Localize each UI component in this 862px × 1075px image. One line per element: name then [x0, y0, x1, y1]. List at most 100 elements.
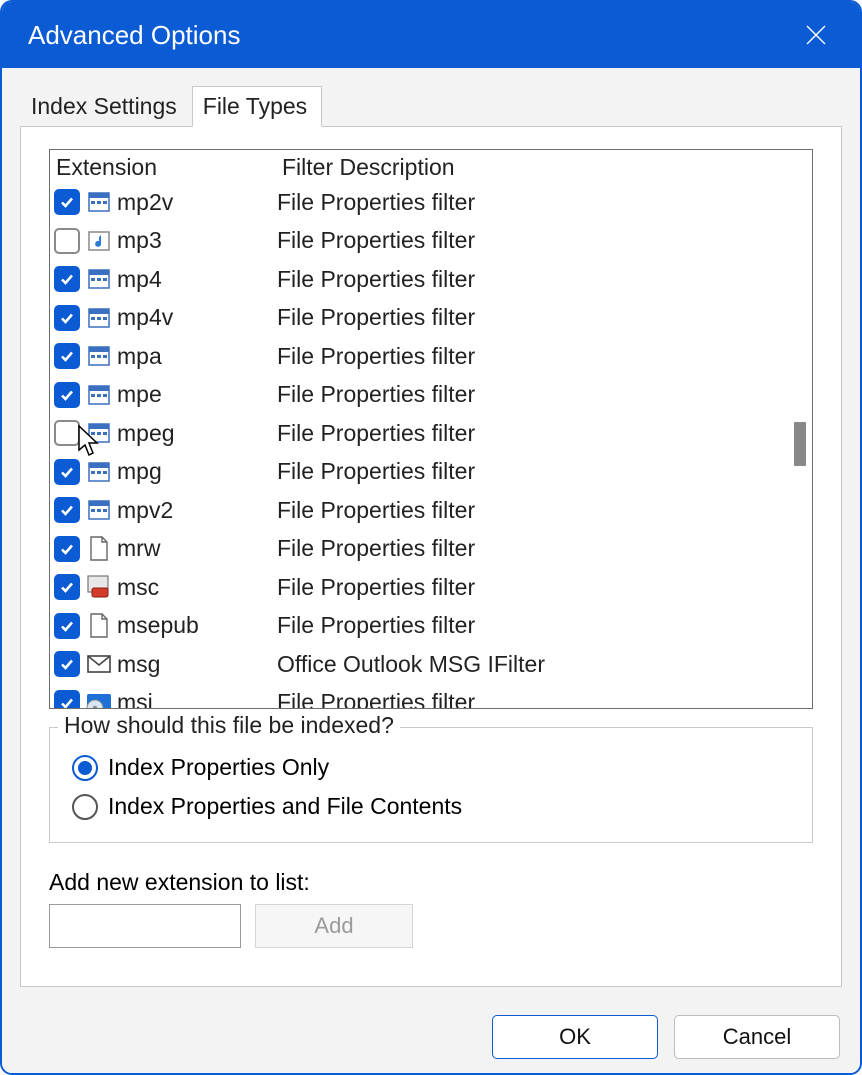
filter-description: Office Outlook MSG IFilter	[277, 651, 786, 678]
tab-file-types[interactable]: File Types	[192, 86, 322, 127]
group-legend: How should this file be indexed?	[58, 712, 400, 739]
extension-name: mp4v	[117, 304, 277, 331]
extension-name: mp4	[117, 266, 277, 293]
extension-name: msepub	[117, 612, 277, 639]
cancel-button[interactable]: Cancel	[674, 1015, 840, 1059]
add-extension-label: Add new extension to list:	[49, 869, 813, 896]
radio-properties-and-contents[interactable]: Index Properties and File Contents	[72, 787, 794, 826]
checkbox[interactable]	[54, 266, 80, 292]
filter-description: File Properties filter	[277, 458, 786, 485]
video-file-icon	[85, 265, 113, 293]
blank-file-icon	[85, 535, 113, 563]
list-content: Extension Filter Description mp2vFile Pr…	[50, 150, 786, 708]
extension-name: mpv2	[117, 497, 277, 524]
close-button[interactable]	[794, 13, 838, 57]
radio-icon	[72, 794, 98, 820]
filter-description: File Properties filter	[277, 612, 786, 639]
checkbox[interactable]	[54, 613, 80, 639]
table-row[interactable]: mpv2File Properties filter	[50, 491, 786, 530]
checkbox[interactable]	[54, 305, 80, 331]
filter-description: File Properties filter	[277, 497, 786, 524]
table-row[interactable]: msepubFile Properties filter	[50, 607, 786, 646]
checkbox[interactable]	[54, 651, 80, 677]
video-file-icon	[85, 381, 113, 409]
add-extension-section: Add new extension to list: Add	[49, 869, 813, 948]
checkbox[interactable]	[54, 382, 80, 408]
table-row[interactable]: msiFile Properties filter	[50, 684, 786, 709]
checkbox[interactable]	[54, 497, 80, 523]
filter-description: File Properties filter	[277, 343, 786, 370]
radio-label: Index Properties Only	[108, 754, 329, 781]
video-file-icon	[85, 188, 113, 216]
video-file-icon	[85, 419, 113, 447]
table-row[interactable]: mscFile Properties filter	[50, 568, 786, 607]
mail-file-icon	[85, 650, 113, 678]
filter-description: File Properties filter	[277, 227, 786, 254]
list-rows: mp2vFile Properties filtermp3File Proper…	[50, 183, 786, 708]
filter-description: File Properties filter	[277, 420, 786, 447]
file-types-list[interactable]: Extension Filter Description mp2vFile Pr…	[49, 149, 813, 709]
list-header: Extension Filter Description	[50, 150, 786, 183]
checkbox[interactable]	[54, 574, 80, 600]
checkbox[interactable]	[54, 189, 80, 215]
extension-name: mrw	[117, 535, 277, 562]
checkbox[interactable]	[54, 690, 80, 708]
table-row[interactable]: mpgFile Properties filter	[50, 453, 786, 492]
audio-file-icon	[85, 227, 113, 255]
filter-description: File Properties filter	[277, 189, 786, 216]
extension-name: mpe	[117, 381, 277, 408]
table-row[interactable]: mp4vFile Properties filter	[50, 299, 786, 338]
extension-name: mpeg	[117, 420, 277, 447]
table-row[interactable]: mpeFile Properties filter	[50, 376, 786, 415]
filter-description: File Properties filter	[277, 574, 786, 601]
radio-properties-only[interactable]: Index Properties Only	[72, 748, 794, 787]
video-file-icon	[85, 458, 113, 486]
video-file-icon	[85, 304, 113, 332]
column-filter[interactable]: Filter Description	[282, 154, 786, 181]
extension-name: mpg	[117, 458, 277, 485]
checkbox[interactable]	[54, 420, 80, 446]
tab-index-settings[interactable]: Index Settings	[20, 86, 192, 127]
titlebar: Advanced Options	[2, 2, 860, 68]
index-mode-group: How should this file be indexed? Index P…	[49, 727, 813, 843]
file-types-panel: Extension Filter Description mp2vFile Pr…	[20, 126, 842, 987]
client-area: Index Settings File Types Extension Filt…	[2, 68, 860, 1001]
extension-input[interactable]	[49, 904, 241, 948]
disc-file-icon	[85, 689, 113, 708]
checkbox[interactable]	[54, 536, 80, 562]
add-button[interactable]: Add	[255, 904, 413, 948]
close-icon	[804, 23, 828, 47]
checkbox[interactable]	[54, 343, 80, 369]
radio-label: Index Properties and File Contents	[108, 793, 462, 820]
filter-description: File Properties filter	[277, 381, 786, 408]
column-extension[interactable]: Extension	[54, 154, 282, 181]
table-row[interactable]: mrwFile Properties filter	[50, 530, 786, 569]
scrollbar[interactable]	[786, 150, 812, 708]
scroll-thumb[interactable]	[794, 422, 806, 466]
tab-strip: Index Settings File Types	[20, 86, 842, 126]
table-row[interactable]: msgOffice Outlook MSG IFilter	[50, 645, 786, 684]
table-row[interactable]: mp4File Properties filter	[50, 260, 786, 299]
checkbox[interactable]	[54, 459, 80, 485]
checkbox[interactable]	[54, 228, 80, 254]
video-file-icon	[85, 496, 113, 524]
dialog-footer: OK Cancel	[2, 1001, 860, 1073]
extension-name: msg	[117, 651, 277, 678]
extension-name: mp2v	[117, 189, 277, 216]
extension-name: msi	[117, 689, 277, 708]
table-row[interactable]: mp3File Properties filter	[50, 222, 786, 261]
window-title: Advanced Options	[28, 20, 794, 51]
extension-name: msc	[117, 574, 277, 601]
filter-description: File Properties filter	[277, 689, 786, 708]
table-row[interactable]: mpaFile Properties filter	[50, 337, 786, 376]
ok-button[interactable]: OK	[492, 1015, 658, 1059]
video-file-icon	[85, 342, 113, 370]
extension-name: mp3	[117, 227, 277, 254]
table-row[interactable]: mpegFile Properties filter	[50, 414, 786, 453]
advanced-options-dialog: Advanced Options Index Settings File Typ…	[0, 0, 862, 1075]
filter-description: File Properties filter	[277, 535, 786, 562]
filter-description: File Properties filter	[277, 266, 786, 293]
table-row[interactable]: mp2vFile Properties filter	[50, 183, 786, 222]
radio-icon	[72, 755, 98, 781]
msc-file-icon	[85, 573, 113, 601]
